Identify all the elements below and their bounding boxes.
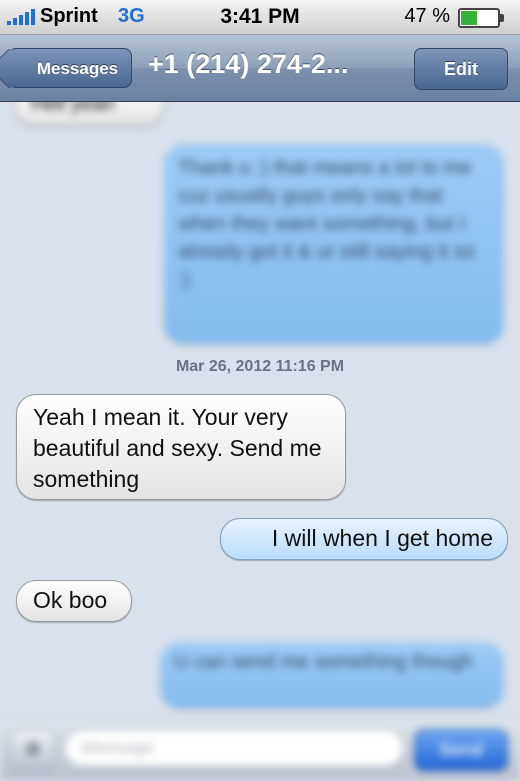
message-thread[interactable]: Hell yeah Thank u :) that means a lot to… — [0, 102, 520, 715]
navigation-bar: Messages +1 (214) 274-2... Edit — [0, 35, 520, 102]
camera-button[interactable] — [10, 729, 56, 771]
message-input-bar: iMessage Send — [0, 716, 520, 781]
back-button[interactable]: Messages — [8, 48, 132, 88]
camera-icon — [26, 742, 40, 756]
outgoing-message-blurred: Thank u :) that means a lot to me cuz us… — [164, 144, 504, 344]
message-input[interactable]: iMessage — [64, 729, 404, 767]
incoming-message[interactable]: Ok boo — [16, 580, 132, 622]
message-timestamp: Mar 26, 2012 11:16 PM — [175, 358, 345, 375]
incoming-message-partial: Hell yeah — [14, 102, 164, 126]
contact-title: +1 (214) 274-2... — [148, 49, 349, 79]
battery-icon — [458, 8, 504, 28]
status-bar: Sprint 3G 3:41 PM 47 % — [0, 0, 520, 35]
edit-button[interactable]: Edit — [414, 48, 508, 90]
send-button[interactable]: Send — [414, 729, 508, 771]
battery-percent: 47 % — [404, 5, 450, 27]
outgoing-message-text: I will when I get home — [271, 525, 493, 551]
incoming-message-text: Ok boo — [33, 587, 108, 613]
incoming-message-text: Yeah I mean it. Your very beautiful and … — [33, 404, 322, 492]
outgoing-message[interactable]: I will when I get home — [220, 518, 508, 560]
outgoing-message-blurred: U can send me something though — [160, 642, 504, 708]
incoming-message[interactable]: Yeah I mean it. Your very beautiful and … — [16, 394, 346, 500]
back-button-label: Messages — [36, 59, 119, 78]
